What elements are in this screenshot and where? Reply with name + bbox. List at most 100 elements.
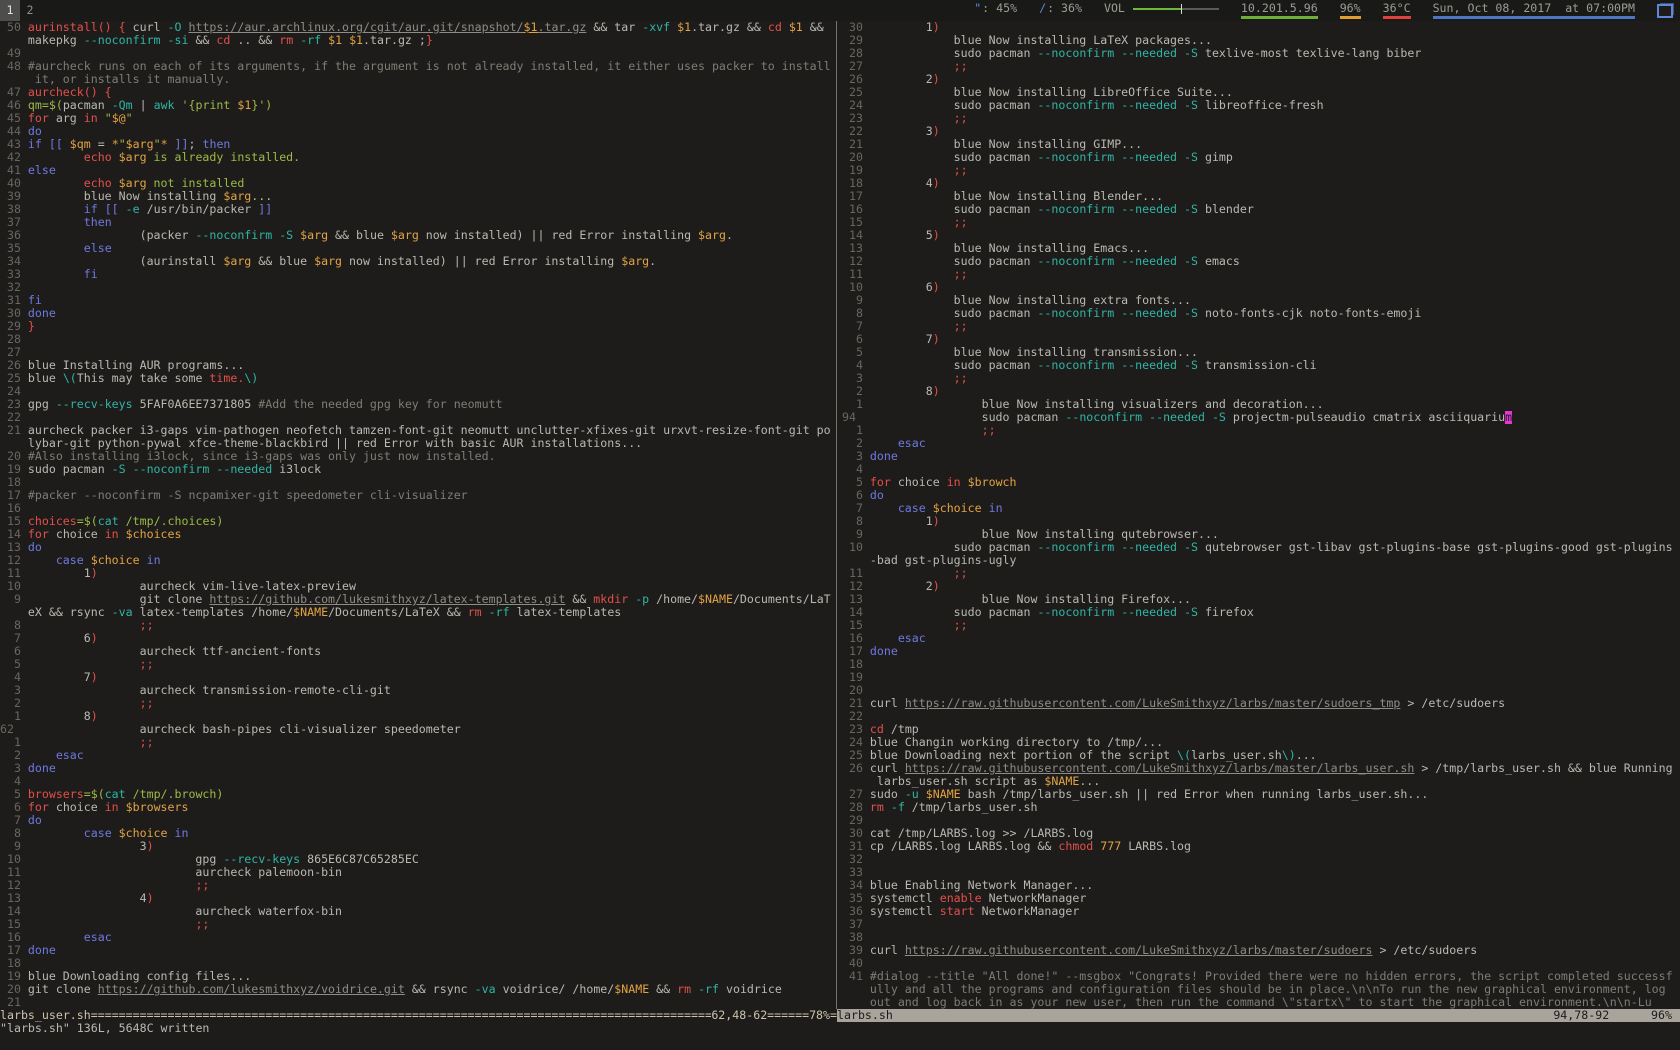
code-line[interactable]: 16 [0,502,836,515]
code-line[interactable]: 6do [842,489,1680,502]
code-line[interactable]: 20 [842,684,1680,697]
code-line[interactable]: 11 aurcheck palemoon-bin [0,866,836,879]
code-line[interactable]: 5 ;; [0,658,836,671]
code-line[interactable]: 35 else [0,242,836,255]
code-line[interactable]: 29} [0,320,836,333]
code-line[interactable]: 8 1) [842,515,1680,528]
vim-left-pane-larbs_user.sh[interactable]: 50aurinstall() { curl -O https://aur.arc… [0,21,836,1009]
code-line[interactable]: 1 ;; [842,424,1680,437]
code-line[interactable]: 18 [0,957,836,970]
code-line[interactable]: 12 2) [842,580,1680,593]
code-line[interactable]: 4 7) [0,671,836,684]
code-line[interactable]: 44do [0,125,836,138]
code-line[interactable]: 19sudo pacman -S --noconfirm --needed i3… [0,463,836,476]
code-line[interactable]: 10 sudo pacman --noconfirm --needed -S q… [842,541,1680,554]
code-line[interactable]: 22 [0,411,836,424]
code-line[interactable]: 36 (packer --noconfirm -S $arg && blue $… [0,229,836,242]
code-line[interactable]: 40 echo $arg not installed [0,177,836,190]
code-line[interactable]: 21 blue Now installing GIMP... [842,138,1680,151]
code-line[interactable]: 45for arg in "$@" [0,112,836,125]
code-line[interactable]: 2 esac [842,437,1680,450]
code-line[interactable]: 6 aurcheck ttf-ancient-fonts [0,645,836,658]
code-line[interactable]: 30cat /tmp/LARBS.log >> /LARBS.log [842,827,1680,840]
code-line[interactable]: 13do [0,541,836,554]
code-line[interactable]: 8 sudo pacman --noconfirm --needed -S no… [842,307,1680,320]
code-line[interactable]: 11 1) [0,567,836,580]
volume-tick[interactable] [1181,4,1182,14]
code-line[interactable]: 40 [842,957,1680,970]
workspace-1[interactable]: 1 [0,0,20,21]
code-line[interactable]: 20 sudo pacman --noconfirm --needed -S g… [842,151,1680,164]
code-line[interactable]: 17done [0,944,836,957]
code-line[interactable]: 37 then [0,216,836,229]
code-line[interactable]: 11 ;; [842,268,1680,281]
code-line[interactable]: 22 3) [842,125,1680,138]
code-line[interactable]: 50aurinstall() { curl -O https://aur.arc… [0,21,836,34]
code-line[interactable]: -bad gst-plugins-ugly [842,554,1680,567]
code-line[interactable]: 8 case $choice in [0,827,836,840]
code-line[interactable]: 34blue Enabling Network Manager... [842,879,1680,892]
code-line[interactable]: 16 sudo pacman --noconfirm --needed -S b… [842,203,1680,216]
code-line[interactable]: 24 [0,385,836,398]
code-line[interactable]: 5 blue Now installing transmission... [842,346,1680,359]
code-line[interactable]: 10 6) [842,281,1680,294]
code-line[interactable]: 38 if [[ -e /usr/bin/packer ]] [0,203,836,216]
code-line[interactable]: 39 blue Now installing $arg... [0,190,836,203]
code-line[interactable]: 13 blue Now installing Firefox... [842,593,1680,606]
code-line[interactable]: 7 case $choice in [842,502,1680,515]
code-line-cursor[interactable]: 94 sudo pacman --noconfirm --needed -S p… [842,411,1680,424]
vim-right-pane-larbs.sh[interactable]: 30 1)29 blue Now installing LaTeX packag… [837,21,1680,1009]
code-line[interactable]: 31cp /LARBS.log LARBS.log && chmod 777 L… [842,840,1680,853]
code-line[interactable]: 26 2) [842,73,1680,86]
code-line[interactable]: 30done [0,307,836,320]
code-line[interactable]: 3done [0,762,836,775]
code-line[interactable]: 5browsers=$(cat /tmp/.browch) [0,788,836,801]
code-line[interactable]: 28rm -f /tmp/larbs_user.sh [842,801,1680,814]
code-line[interactable]: 46qm=$(pacman -Qm | awk '{print $1}') [0,99,836,112]
code-line[interactable]: 29 blue Now installing LaTeX packages... [842,34,1680,47]
code-line[interactable]: 48#aurcheck runs on each of its argument… [0,60,836,73]
code-line[interactable]: 27 [0,346,836,359]
code-line[interactable]: 32 [842,853,1680,866]
code-line[interactable]: 24blue Changin working directory to /tmp… [842,736,1680,749]
code-line[interactable]: 29 [842,814,1680,827]
code-line[interactable]: 33 fi [0,268,836,281]
code-line[interactable]: 1 ;; [0,736,836,749]
code-line[interactable]: it, or installs it manually. [0,73,836,86]
code-line[interactable]: 21 [0,996,836,1009]
code-line[interactable]: 15 ;; [842,619,1680,632]
code-line[interactable]: 27 ;; [842,60,1680,73]
code-line[interactable]: 20git clone https://github.com/lukesmith… [0,983,836,996]
workspace-2[interactable]: 2 [20,0,40,21]
code-line[interactable]: 24 sudo pacman --noconfirm --needed -S l… [842,99,1680,112]
code-line[interactable]: 25blue \(This may take some time.\) [0,372,836,385]
code-line[interactable]: 12 ;; [0,879,836,892]
code-line[interactable]: 17#packer --noconfirm -S ncpamixer-git s… [0,489,836,502]
code-line[interactable]: 3 aurcheck transmission-remote-cli-git [0,684,836,697]
code-line[interactable]: 23gpg --recv-keys 5FAF0A6EE7371805 #Add … [0,398,836,411]
code-line[interactable]: 14 sudo pacman --noconfirm --needed -S f… [842,606,1680,619]
code-line[interactable]: 9 3) [0,840,836,853]
code-line[interactable]: larbs_user.sh script as $NAME... [842,775,1680,788]
code-line[interactable]: 37 [842,918,1680,931]
code-line[interactable]: 19 ;; [842,164,1680,177]
code-line[interactable]: 22 [842,710,1680,723]
code-line[interactable]: 35systemctl enable NetworkManager [842,892,1680,905]
code-line[interactable]: 6 7) [842,333,1680,346]
code-line[interactable]: 20#Also installing i3lock, since i3-gaps… [0,450,836,463]
code-line[interactable]: 25 blue Now installing LibreOffice Suite… [842,86,1680,99]
code-line[interactable]: ully and all the programs and configurat… [842,983,1680,996]
code-line[interactable]: 14 5) [842,229,1680,242]
code-line[interactable]: eX && rsync -va latex-templates /home/$N… [0,606,836,619]
code-line[interactable]: 41else [0,164,836,177]
code-line[interactable]: 9 git clone https://github.com/lukesmith… [0,593,836,606]
code-line[interactable]: 41#dialog --title "All done!" --msgbox "… [842,970,1680,983]
code-line[interactable]: 19blue Downloading config files... [0,970,836,983]
code-line[interactable]: 26blue Installing AUR programs... [0,359,836,372]
code-line[interactable]: 9 blue Now installing qutebrowser... [842,528,1680,541]
code-line[interactable]: 21aurcheck packer i3-gaps vim-pathogen n… [0,424,836,437]
code-line[interactable]: 39curl https://raw.githubusercontent.com… [842,944,1680,957]
code-line[interactable]: 21curl https://raw.githubusercontent.com… [842,697,1680,710]
code-line[interactable]: 7 6) [0,632,836,645]
code-line[interactable]: 3 ;; [842,372,1680,385]
